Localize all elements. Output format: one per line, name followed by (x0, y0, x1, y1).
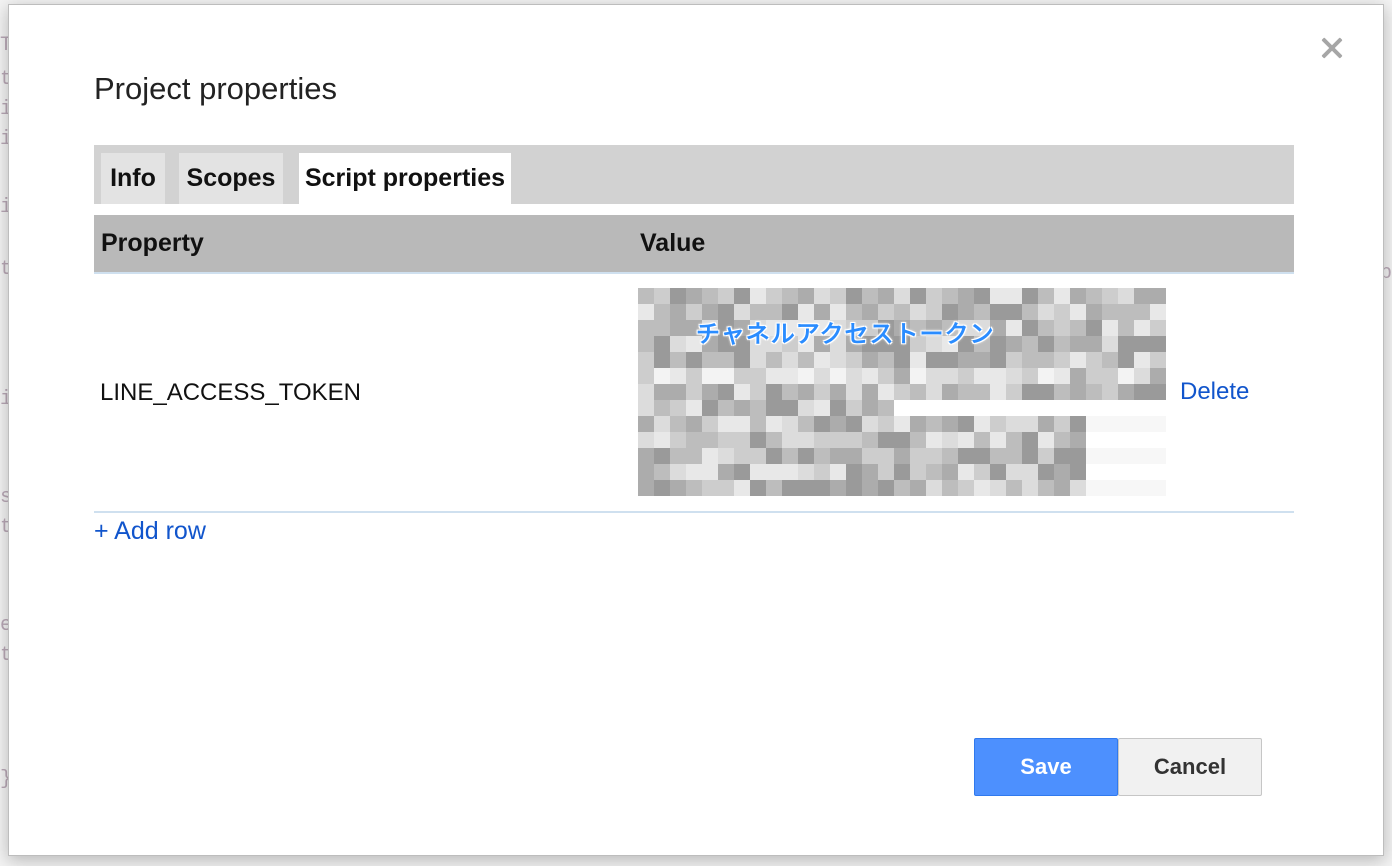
delete-row-link[interactable]: Delete (1180, 378, 1249, 406)
save-button[interactable]: Save (974, 738, 1118, 796)
tab-scopes[interactable]: Scopes (179, 153, 283, 204)
value-overlay-label: チャネルアクセストークン (696, 321, 995, 348)
property-value-field[interactable]: チャネルアクセストークン (638, 288, 1168, 500)
dialog-title: Project properties (94, 71, 337, 106)
tab-script-properties[interactable]: Script properties (299, 153, 511, 204)
tab-bar: Info Scopes Script properties (94, 145, 1294, 204)
table-row: LINE_ACCESS_TOKEN チャネルアクセストークン Delete (94, 274, 1294, 513)
cancel-button[interactable]: Cancel (1118, 738, 1262, 796)
header-value: Value (640, 229, 706, 257)
close-icon[interactable] (1319, 35, 1345, 61)
header-property: Property (101, 229, 204, 257)
property-name[interactable]: LINE_ACCESS_TOKEN (100, 379, 361, 407)
tab-info[interactable]: Info (101, 153, 165, 204)
properties-table-header: Property Value (94, 215, 1294, 274)
project-properties-dialog: Project properties Info Scopes Script pr… (8, 4, 1384, 856)
add-row-link[interactable]: + Add row (94, 517, 206, 546)
